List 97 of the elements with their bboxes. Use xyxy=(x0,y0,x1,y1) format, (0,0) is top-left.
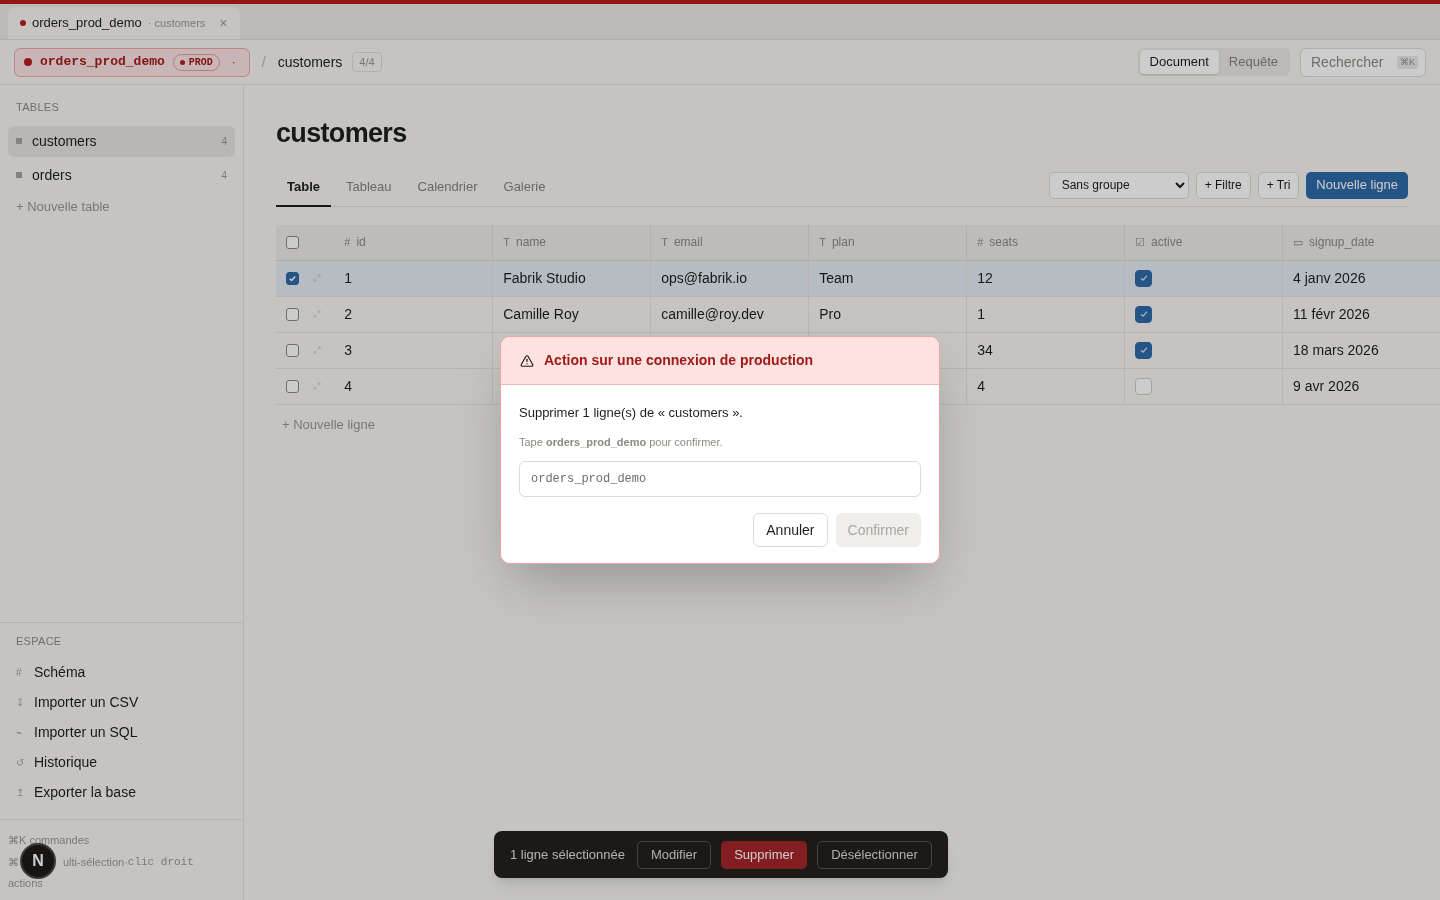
new-row-button[interactable]: Nouvelle ligne xyxy=(1306,171,1408,199)
check-icon xyxy=(288,273,297,283)
table-cell-text: 12 xyxy=(977,268,993,288)
menu-item[interactable]: Importer un CSV xyxy=(34,691,139,713)
table-cell-text: 4 janv 2026 xyxy=(1293,268,1366,288)
table-cell-text: 4 xyxy=(344,376,353,396)
table-cell-text: 1 xyxy=(977,304,985,324)
checkbox[interactable] xyxy=(1135,341,1153,359)
sidebar-item[interactable]: orders 4 xyxy=(8,159,235,191)
selection-count: 1 ligne sélectionnée xyxy=(510,845,625,864)
column-header: id xyxy=(356,234,366,251)
dialog-title: Action sur une connexion de production xyxy=(544,351,814,370)
row-checkbox[interactable] xyxy=(286,343,299,357)
menu-dot: · xyxy=(230,54,237,71)
column-type-icon: T xyxy=(503,233,510,251)
connection-name: orders_prod_demo xyxy=(40,53,165,72)
sort-button[interactable]: + Tri xyxy=(1257,171,1300,199)
shortcut-symbol: ⌘ xyxy=(8,854,19,870)
menu-item-icon: ↺ xyxy=(16,754,24,770)
table-icon xyxy=(16,138,22,144)
column-type-icon: ☑ xyxy=(1135,233,1146,251)
table-icon xyxy=(16,172,22,178)
column-header: email xyxy=(673,234,703,251)
menu-item[interactable]: Exporter la base xyxy=(34,781,136,803)
table-count: 4 xyxy=(221,134,227,149)
mode-tab[interactable]: Document xyxy=(1139,50,1219,74)
dialog-message: Supprimer 1 ligne(s) de « customers ». xyxy=(519,404,744,422)
shortcut-keys: clic droit xyxy=(127,853,194,870)
menu-item-icon: ⌁ xyxy=(16,724,24,740)
table-row[interactable]: 2 Camille Roy camille@roy.dev Pro 1 11 févr 2026 xyxy=(276,296,1440,333)
confirm-instruction: Tape orders_prod_demo pour confirmer. xyxy=(519,434,724,450)
table-name: customers xyxy=(32,131,97,151)
confirm-input[interactable]: orders_prod_demo xyxy=(519,461,921,497)
row-count: 4/4 xyxy=(352,52,382,72)
column-header: active xyxy=(1151,234,1183,251)
menu-item[interactable]: Historique xyxy=(34,751,98,773)
shortcut-hint: ulti-sélection· xyxy=(63,854,128,870)
menu-item[interactable]: Schéma xyxy=(34,661,86,683)
table-cell-text: 11 févr 2026 xyxy=(1293,304,1370,324)
table-count: 4 xyxy=(221,168,227,183)
action-button[interactable]: Désélectionner xyxy=(817,840,932,869)
view-tab[interactable]: Table xyxy=(276,177,331,207)
checkbox[interactable] xyxy=(1135,269,1153,287)
row-checkbox[interactable] xyxy=(286,271,299,285)
column-type-icon: ▭ xyxy=(1293,233,1304,251)
column-header: signup_date xyxy=(1309,234,1375,251)
sidebar-item[interactable]: customers 4 xyxy=(8,125,235,157)
check-icon xyxy=(1138,345,1149,355)
column-type-icon: # xyxy=(977,233,984,251)
table-cell-text: Team xyxy=(819,268,854,288)
table-cell-text: camille@roy.dev xyxy=(661,304,764,324)
breadcrumb-separator: / xyxy=(261,52,266,72)
warning-icon xyxy=(520,353,534,368)
table-cell-text: ops@fabrik.io xyxy=(661,268,747,288)
table-cell-text: 3 xyxy=(344,340,353,360)
menu-item-icon: ↧ xyxy=(16,694,24,710)
connection-pill[interactable]: orders_prod_demo PROD · xyxy=(14,47,250,77)
column-type-icon: # xyxy=(344,233,351,251)
check-icon xyxy=(1138,273,1149,283)
column-header: plan xyxy=(831,234,855,251)
table-cell-text: Fabrik Studio xyxy=(503,268,586,288)
tab-title: orders_prod_demo xyxy=(32,14,142,33)
column-type-icon: T xyxy=(819,233,826,251)
table-name: orders xyxy=(32,165,72,185)
breadcrumb-table: customers xyxy=(277,51,343,73)
window-tab[interactable]: orders_prod_demo · customers × xyxy=(8,7,240,39)
row-checkbox[interactable] xyxy=(286,379,299,393)
table-cell-text: 18 mars 2026 xyxy=(1293,340,1379,360)
column-header: seats xyxy=(989,234,1018,251)
filter-button[interactable]: + Filtre xyxy=(1195,171,1251,199)
table-cell-text: Pro xyxy=(819,304,841,324)
table-cell-text: 1 xyxy=(344,268,353,288)
select-all-checkbox[interactable] xyxy=(286,235,299,249)
check-icon xyxy=(1138,309,1149,319)
row-checkbox[interactable] xyxy=(286,307,299,321)
table-cell-text: 9 avr 2026 xyxy=(1293,376,1360,396)
group-select[interactable]: Sans groupe xyxy=(1048,171,1189,199)
menu-item[interactable]: Importer un SQL xyxy=(34,721,138,743)
column-type-icon: T xyxy=(661,233,668,251)
avatar[interactable]: N xyxy=(20,843,56,879)
table-cell-text: 2 xyxy=(344,304,353,324)
checkbox[interactable] xyxy=(1135,305,1153,323)
page-title: customers xyxy=(276,117,408,150)
menu-item-icon: # xyxy=(16,664,24,680)
table-cell-text: 4 xyxy=(977,376,985,396)
column-header: name xyxy=(515,234,546,251)
cancel-button[interactable]: Annuler xyxy=(753,513,828,547)
table-cell-text: 34 xyxy=(977,340,993,360)
table-row[interactable]: 1 Fabrik Studio ops@fabrik.io Team 12 4 janv 2026 xyxy=(276,260,1440,297)
section-heading: ESPACE xyxy=(16,633,63,649)
table-cell-text: Camille Roy xyxy=(503,304,579,324)
tab-subtitle: · customers xyxy=(147,15,206,31)
section-heading: TABLES xyxy=(15,100,61,115)
menu-item-icon: ↥ xyxy=(16,784,24,800)
action-button[interactable]: Modifier xyxy=(636,840,712,869)
shortcut-hint: actions xyxy=(8,876,44,891)
delete-button[interactable]: Supprimer xyxy=(721,840,808,869)
